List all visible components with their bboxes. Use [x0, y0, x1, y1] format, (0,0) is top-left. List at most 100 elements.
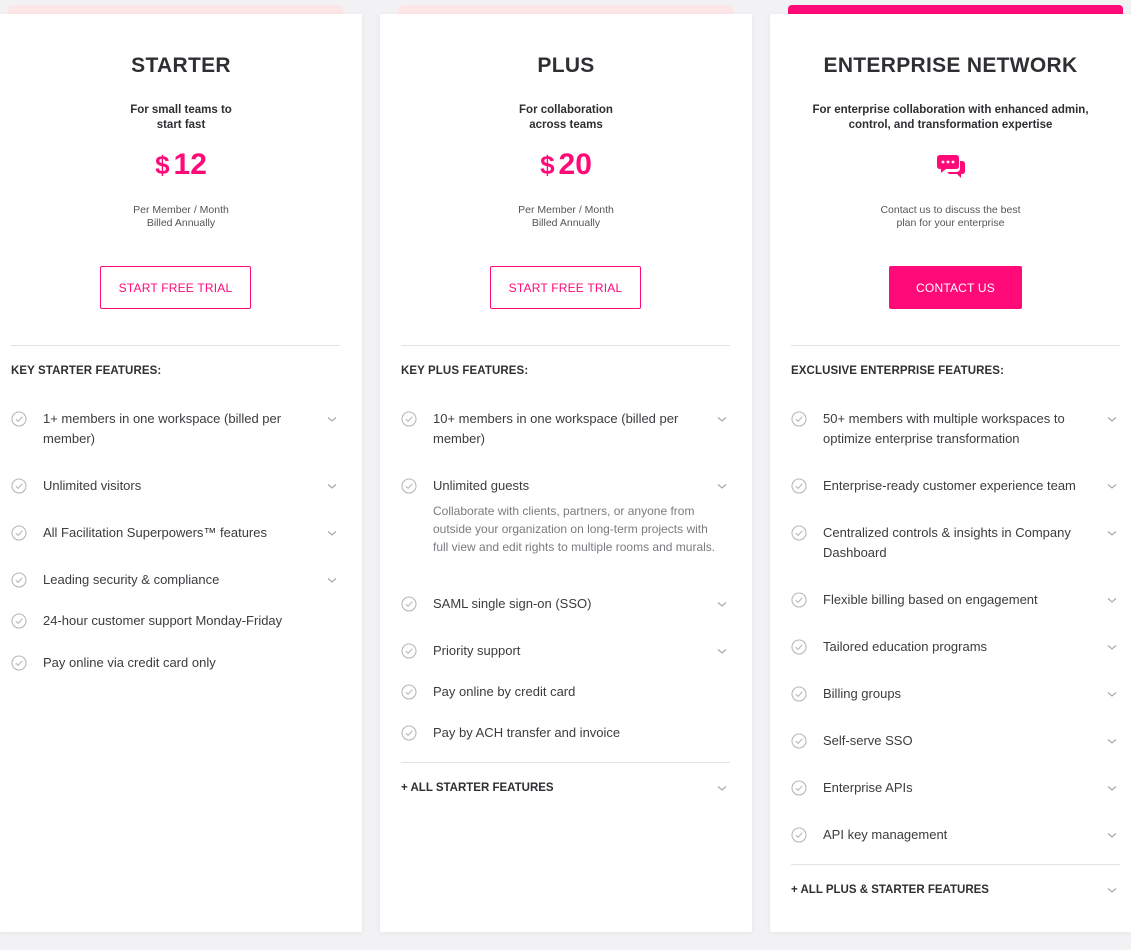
plus-feature-item[interactable]: 10+ members in one workspace (billed per…	[401, 409, 730, 449]
check-circle-icon	[401, 684, 417, 700]
chevron-down-icon[interactable]	[1106, 782, 1118, 794]
feature-text: Pay by ACH transfer and invoice	[433, 723, 620, 743]
currency-symbol: $	[155, 150, 170, 180]
starter-features-heading: KEY STARTER FEATURES:	[11, 365, 162, 377]
chevron-down-icon[interactable]	[716, 645, 728, 657]
description-line: outside your organization on long-term p…	[433, 522, 708, 536]
feature-line: SAML single sign-on (SSO)	[433, 596, 592, 611]
starter-feature-item[interactable]: Leading security & compliance	[11, 570, 340, 610]
divider	[791, 864, 1120, 865]
chevron-down-icon[interactable]	[1106, 735, 1118, 747]
check-circle-icon	[791, 733, 807, 749]
chevron-down-icon[interactable]	[1106, 641, 1118, 653]
enterprise-feature-item[interactable]: 50+ members with multiple workspaces to o…	[791, 409, 1120, 449]
chevron-down-icon[interactable]	[1106, 594, 1118, 606]
starter-feature-item[interactable]: All Facilitation Superpowers™ features	[11, 523, 340, 563]
feature-line: Unlimited guests	[433, 478, 530, 493]
enterprise-plan-title: ENTERPRISE NETWORK	[823, 54, 1078, 77]
subtitle-line: start fast	[156, 119, 206, 131]
feature-line: Centralized controls & insights in Compa…	[823, 525, 1071, 540]
plus-plan-title: PLUS	[537, 54, 595, 77]
feature-line: 1+ members in one workspace (billed per	[43, 411, 282, 426]
plus-feature-item[interactable]: Priority support	[401, 641, 730, 681]
starter-start-free-trial-button[interactable]: START FREE TRIAL	[100, 266, 251, 309]
feature-text: 1+ members in one workspace (billed per m…	[43, 409, 281, 448]
feature-text: Centralized controls & insights in Compa…	[823, 523, 1071, 562]
all-starter-features-toggle[interactable]: + ALL STARTER FEATURES	[401, 782, 730, 794]
price-value: 20	[558, 148, 592, 181]
feature-line: optimize enterprise transformation	[823, 430, 1020, 446]
check-circle-icon	[791, 780, 807, 796]
starter-billing-note: Per Member / Month Billed Annually	[0, 204, 362, 230]
feature-text: Tailored education programs	[823, 637, 987, 657]
enterprise-feature-item[interactable]: Billing groups	[791, 684, 1120, 724]
feature-text: Unlimited guests	[433, 476, 529, 496]
subtitle-line: across teams	[529, 119, 603, 131]
enterprise-feature-item[interactable]: Flexible billing based on engagement	[791, 590, 1120, 630]
check-circle-icon	[11, 655, 27, 671]
plus-plan-subtitle: For collaboration across teams	[380, 103, 752, 133]
divider	[11, 345, 340, 346]
feature-line: All Facilitation Superpowers™ features	[43, 525, 267, 540]
description-line: full view and edit rights to multiple ro…	[433, 540, 716, 554]
check-circle-icon	[11, 572, 27, 588]
enterprise-feature-item[interactable]: Centralized controls & insights in Compa…	[791, 523, 1120, 563]
chevron-down-icon[interactable]	[1106, 413, 1118, 425]
chevron-down-icon	[717, 786, 727, 791]
all-plus-starter-features-toggle[interactable]: + ALL PLUS & STARTER FEATURES	[791, 884, 1120, 896]
divider	[401, 345, 730, 346]
chevron-down-icon[interactable]	[1106, 829, 1118, 841]
note-line: Billed Annually	[146, 217, 216, 229]
chevron-down-icon[interactable]	[1106, 527, 1118, 539]
starter-price: $12	[0, 148, 362, 182]
unlimited-guests-description: Collaborate with clients, partners, or a…	[433, 502, 715, 556]
chevron-down-icon[interactable]	[1106, 480, 1118, 492]
starter-feature-item[interactable]: 1+ members in one workspace (billed per m…	[11, 409, 340, 449]
chevron-down-icon[interactable]	[716, 480, 728, 492]
feature-line: Billing groups	[823, 686, 902, 701]
starter-feature-item: 24-hour customer support Monday-Friday	[11, 611, 340, 651]
plus-feature-item: Pay online by credit card	[401, 682, 730, 722]
feature-text: All Facilitation Superpowers™ features	[43, 523, 267, 543]
check-circle-icon	[791, 478, 807, 494]
check-circle-icon	[791, 639, 807, 655]
feature-line: Enterprise APIs	[823, 780, 913, 795]
check-circle-icon	[791, 525, 807, 541]
chevron-down-icon[interactable]	[326, 574, 338, 586]
feature-text: Flexible billing based on engagement	[823, 590, 1038, 610]
starter-plan-subtitle: For small teams to start fast	[0, 103, 362, 133]
enterprise-plan-subtitle: For enterprise collaboration with enhanc…	[770, 103, 1131, 133]
enterprise-feature-item[interactable]: Tailored education programs	[791, 637, 1120, 677]
currency-symbol: $	[540, 150, 555, 180]
check-circle-icon	[791, 592, 807, 608]
feature-text: Leading security & compliance	[43, 570, 219, 590]
chevron-down-icon[interactable]	[716, 598, 728, 610]
feature-text: API key management	[823, 825, 947, 845]
starter-feature-item[interactable]: Unlimited visitors	[11, 476, 340, 516]
chevron-down-icon[interactable]	[716, 413, 728, 425]
plus-feature-item[interactable]: SAML single sign-on (SSO)	[401, 594, 730, 634]
note-line: Billed Annually	[531, 217, 601, 229]
enterprise-feature-item[interactable]: Enterprise APIs	[791, 778, 1120, 818]
check-circle-icon	[401, 478, 417, 494]
plus-start-free-trial-button[interactable]: START FREE TRIAL	[490, 266, 641, 309]
plus-plan-card: PLUS For collaboration across teams $20 …	[380, 14, 752, 932]
feature-line: 50+ members with multiple workspaces to	[823, 411, 1065, 426]
feature-text: Pay online by credit card	[433, 682, 575, 702]
chevron-down-icon[interactable]	[326, 480, 338, 492]
chevron-down-icon[interactable]	[1106, 688, 1118, 700]
chevron-down-icon	[1107, 888, 1117, 893]
plus-billing-note: Per Member / Month Billed Annually	[380, 204, 752, 230]
check-circle-icon	[11, 525, 27, 541]
enterprise-feature-item[interactable]: Self-serve SSO	[791, 731, 1120, 771]
chevron-down-icon[interactable]	[326, 527, 338, 539]
check-circle-icon	[11, 411, 27, 427]
chevron-down-icon[interactable]	[326, 413, 338, 425]
enterprise-feature-item[interactable]: API key management	[791, 825, 1120, 865]
starter-plan-title: STARTER	[131, 54, 231, 77]
check-circle-icon	[401, 643, 417, 659]
plus-feature-item: Pay by ACH transfer and invoice	[401, 723, 730, 763]
enterprise-feature-item[interactable]: Enterprise-ready customer experience tea…	[791, 476, 1120, 516]
description-line: Collaborate with clients, partners, or a…	[433, 504, 695, 518]
contact-us-button[interactable]: CONTACT US	[889, 266, 1022, 309]
